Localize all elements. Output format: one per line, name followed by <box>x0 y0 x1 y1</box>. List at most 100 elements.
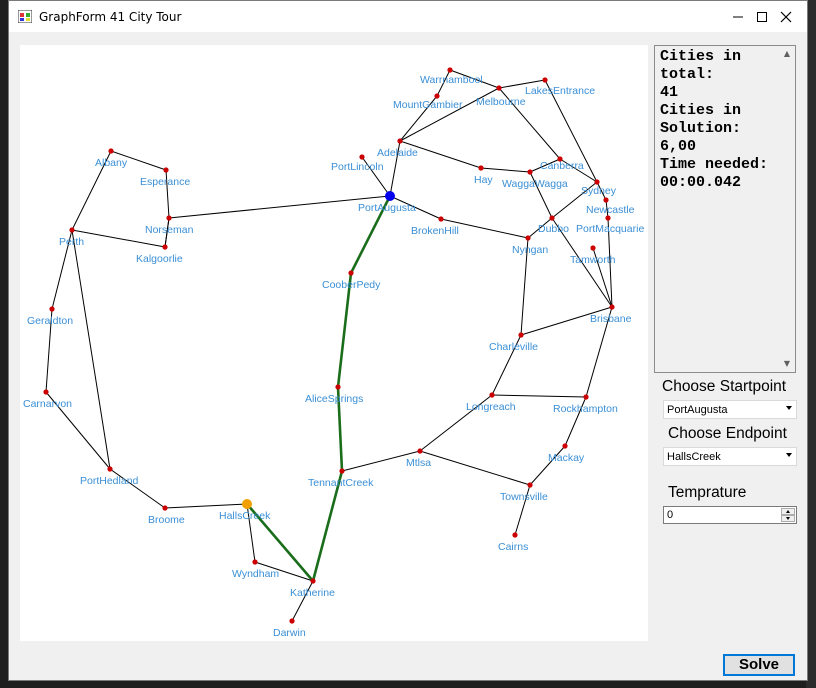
city-node[interactable] <box>603 197 609 203</box>
city-node[interactable] <box>542 77 548 83</box>
city-node[interactable] <box>594 179 600 185</box>
city-label: CooberPedy <box>322 279 381 291</box>
info-time-value: 00:00.042 <box>660 174 742 191</box>
city-label: Mtlsa <box>406 457 431 469</box>
graph-edge <box>71 229 111 470</box>
city-label: Rockhampton <box>553 403 618 415</box>
city-label: Broome <box>148 514 185 526</box>
city-node[interactable] <box>166 215 172 221</box>
city-label: Perth <box>59 236 84 248</box>
city-node[interactable] <box>252 559 258 565</box>
city-label: Canberra <box>540 160 584 172</box>
graph-svg: Warrnambool MelbourneLakesEntrance MountGa… <box>23 67 644 639</box>
city-node[interactable] <box>289 618 295 624</box>
city-node[interactable] <box>310 578 316 584</box>
city-label: TennantCreek <box>308 477 374 489</box>
city-node[interactable] <box>162 244 168 250</box>
city-node[interactable] <box>590 245 596 251</box>
city-node[interactable] <box>359 154 365 160</box>
city-label: Melbourne <box>476 96 526 108</box>
temperature-input[interactable]: 0 <box>663 506 797 524</box>
city-label: Wyndham <box>232 568 279 580</box>
city-label: PortHedland <box>80 475 139 487</box>
main-window: GraphForm 41 City Tour Warrnambool Melbou… <box>8 0 808 681</box>
city-node[interactable] <box>609 304 615 310</box>
scroll-down-icon[interactable]: ▼ <box>779 356 795 372</box>
city-node[interactable] <box>339 468 345 474</box>
city-node[interactable] <box>562 443 568 449</box>
city-label: Albany <box>95 157 128 169</box>
city-label: AliceSprings <box>305 393 363 405</box>
city-node[interactable] <box>335 384 341 390</box>
city-label: Adelaide <box>377 147 418 159</box>
city-label: Dubbo <box>538 223 569 235</box>
close-button[interactable] <box>763 1 809 32</box>
endpoint-label: Choose Endpoint <box>668 425 787 442</box>
city-node[interactable] <box>496 85 502 91</box>
app-icon <box>18 10 32 23</box>
graph-edge <box>419 450 531 486</box>
info-time-label: Time needed: <box>660 156 769 173</box>
city-label: WaggaWagga <box>502 178 568 190</box>
spin-up-icon[interactable] <box>781 508 795 515</box>
city-node[interactable] <box>438 216 444 222</box>
chevron-down-icon <box>786 406 792 410</box>
city-label: LakesEntrance <box>525 85 595 97</box>
city-label: Charleville <box>489 341 538 353</box>
info-text: Cities in total: 41 Cities in Solution: … <box>660 48 778 192</box>
city-node[interactable] <box>512 532 518 538</box>
window-title: GraphForm 41 City Tour <box>39 10 182 24</box>
info-solution-value: 6,00 <box>660 138 697 155</box>
city-node[interactable] <box>447 67 453 73</box>
city-node[interactable] <box>434 93 440 99</box>
city-label: Geraldton <box>27 315 73 327</box>
city-node[interactable] <box>478 165 484 171</box>
city-label: Mackay <box>548 452 585 464</box>
city-node[interactable] <box>69 227 75 233</box>
city-node[interactable] <box>527 482 533 488</box>
city-label: Tamworth <box>570 254 616 266</box>
city-node[interactable] <box>605 215 611 221</box>
city-label: Esperance <box>140 176 190 188</box>
info-scrollbar[interactable]: ▲ ▼ <box>779 46 795 372</box>
start-node[interactable] <box>385 191 395 201</box>
city-node[interactable] <box>163 167 169 173</box>
startpoint-label: Choose Startpoint <box>662 378 787 395</box>
city-label: PortMacquarie <box>576 223 644 235</box>
city-label: PortAugusta <box>358 202 416 214</box>
city-label: Nyngan <box>512 244 548 256</box>
endpoint-select[interactable]: HallsCreek <box>663 447 797 466</box>
city-node[interactable] <box>518 332 524 338</box>
city-node[interactable] <box>525 235 531 241</box>
scroll-up-icon[interactable]: ▲ <box>779 46 795 62</box>
city-label: Katherine <box>290 587 335 599</box>
spin-down-icon[interactable] <box>781 515 795 522</box>
city-node[interactable] <box>397 138 403 144</box>
city-label: MountGambier <box>393 99 463 111</box>
title-bar: GraphForm 41 City Tour <box>9 1 807 32</box>
end-node[interactable] <box>242 499 252 509</box>
chevron-down-icon <box>786 453 792 457</box>
solve-button[interactable]: Solve <box>723 654 795 676</box>
city-node[interactable] <box>417 448 423 454</box>
city-node[interactable] <box>43 389 49 395</box>
temperature-label: Temprature <box>668 484 747 501</box>
city-node[interactable] <box>162 505 168 511</box>
city-node[interactable] <box>583 394 589 400</box>
info-total-label: Cities in total: <box>660 48 751 83</box>
graph-edge <box>480 167 531 173</box>
city-node[interactable] <box>49 306 55 312</box>
graph-edge <box>168 195 391 219</box>
city-label: Newcastle <box>586 204 635 216</box>
city-node[interactable] <box>527 169 533 175</box>
graph-canvas[interactable]: Warrnambool Melbourne LakesEntrance MountGa… <box>20 45 648 641</box>
info-textbox[interactable]: Cities in total: 41 Cities in Solution: … <box>654 45 796 373</box>
city-node[interactable] <box>348 270 354 276</box>
city-label: Warrnambool <box>420 74 483 86</box>
city-node[interactable] <box>549 215 555 221</box>
city-node[interactable] <box>107 466 113 472</box>
city-node[interactable] <box>108 148 114 154</box>
startpoint-select[interactable]: PortAugusta <box>663 400 797 419</box>
city-label: HallsCreek <box>219 510 271 522</box>
city-node[interactable] <box>489 392 495 398</box>
